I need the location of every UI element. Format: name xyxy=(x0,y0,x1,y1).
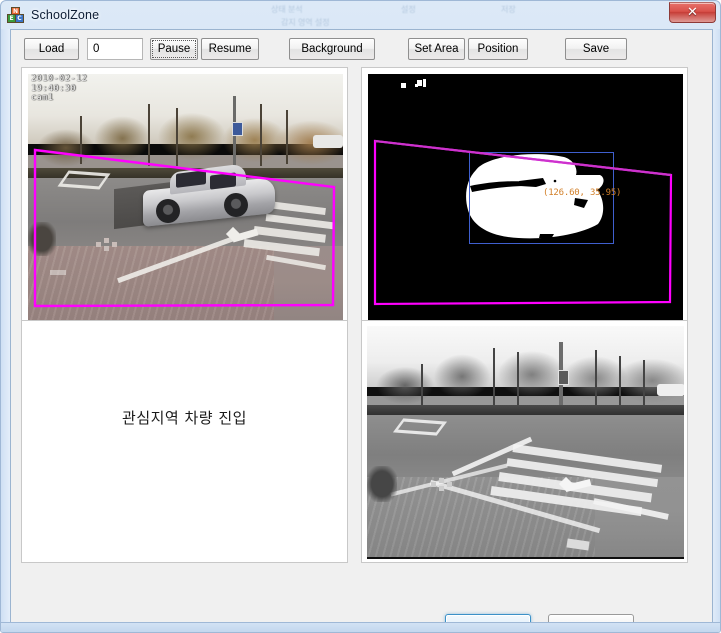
detection-bounding-box xyxy=(469,152,614,244)
background-button[interactable]: Background xyxy=(289,38,375,60)
close-icon: ✕ xyxy=(687,5,698,20)
gps-coordinate-label: (126.60, 35.95) xyxy=(543,188,622,198)
event-message-panel: 관심지역 차량 진입 xyxy=(21,320,348,563)
resume-button[interactable]: Resume xyxy=(201,38,259,60)
blocks-icon: N E C xyxy=(7,7,24,24)
title-bar: N E C SchoolZone 상태 분석 설정 저장 감지 영역 설정 ✕ xyxy=(1,1,720,29)
save-button[interactable]: Save xyxy=(565,38,627,60)
distant-vehicle xyxy=(313,135,343,148)
timestamp-overlay: 2010-02-12 19:40:30 cam1 xyxy=(31,74,88,103)
tree-line xyxy=(28,110,343,173)
background-frame-panel[interactable] xyxy=(361,320,688,563)
event-message-text: 관심지역 차량 진입 xyxy=(122,409,247,427)
street-sign xyxy=(232,122,243,136)
application-window: N E C SchoolZone 상태 분석 설정 저장 감지 영역 설정 ✕ … xyxy=(0,0,721,633)
pause-button[interactable]: Pause xyxy=(150,38,198,60)
window-title: SchoolZone xyxy=(31,8,100,22)
close-button[interactable]: ✕ xyxy=(669,2,716,23)
glass-reflection-text-2: 설정 xyxy=(401,5,416,14)
live-camera-image: 2010-02-12 19:40:30 cam1 xyxy=(28,74,343,334)
glass-reflection-text-3: 저장 xyxy=(501,5,516,14)
focus-outline xyxy=(152,40,196,58)
background-frame-image xyxy=(367,326,684,559)
frame-number-input[interactable]: 0 xyxy=(87,38,143,60)
glass-reflection-text-4: 감지 영역 설정 xyxy=(281,18,330,27)
load-button[interactable]: Load xyxy=(24,38,79,60)
client-area: Load 0 Pause Resume Background Set Area … xyxy=(10,29,714,632)
detection-panel[interactable]: (126.60, 35.95) xyxy=(361,67,688,339)
window-frame-bottom xyxy=(1,622,720,632)
glass-reflection-text-1: 상태 분석 xyxy=(271,5,303,14)
window-frame-left xyxy=(1,29,10,632)
foreground-mask-image: (126.60, 35.95) xyxy=(368,74,683,334)
set-area-button[interactable]: Set Area xyxy=(408,38,465,60)
toolbar: Load 0 Pause Resume Background Set Area … xyxy=(11,30,714,70)
position-button[interactable]: Position xyxy=(468,38,528,60)
live-camera-panel[interactable]: 2010-02-12 19:40:30 cam1 xyxy=(21,67,348,339)
detected-vehicle xyxy=(140,163,275,228)
